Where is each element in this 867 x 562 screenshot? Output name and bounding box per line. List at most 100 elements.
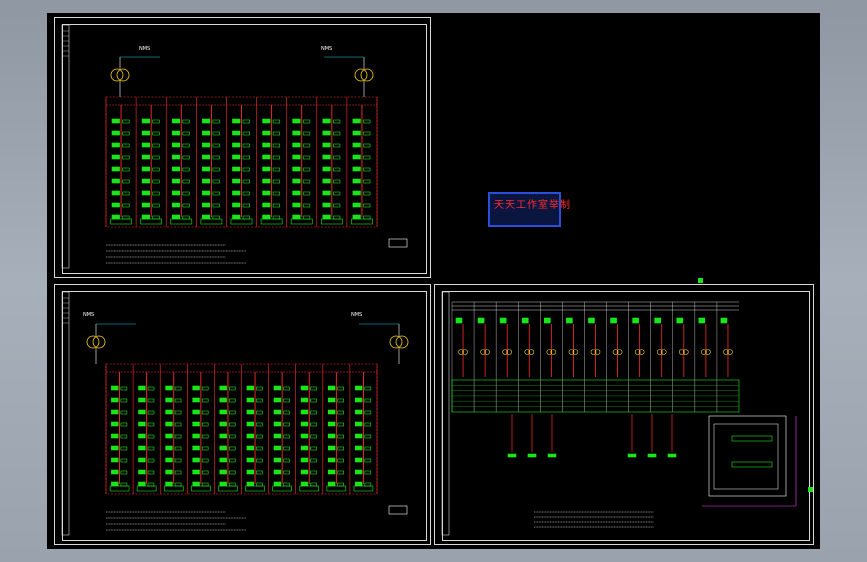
feeder-terminal — [110, 218, 132, 225]
breaker — [111, 433, 119, 439]
breaker — [219, 397, 227, 403]
device-label — [455, 317, 463, 324]
breaker — [138, 457, 146, 463]
feeder-terminal — [170, 218, 193, 225]
breaker — [192, 409, 200, 415]
feeder-terminal — [191, 485, 211, 492]
breaker — [262, 118, 271, 124]
device — [242, 191, 250, 196]
breaker — [322, 142, 331, 148]
device — [229, 470, 236, 475]
breaker — [292, 178, 301, 184]
grip-marker[interactable] — [808, 487, 813, 492]
device — [272, 191, 281, 196]
breaker — [292, 154, 301, 160]
breaker — [327, 469, 336, 475]
breaker — [111, 397, 119, 403]
breaker — [141, 166, 150, 172]
device — [147, 458, 155, 463]
feeder-terminal — [136, 485, 157, 492]
device — [333, 191, 341, 196]
device — [242, 119, 250, 124]
device — [182, 191, 190, 196]
breaker — [352, 190, 361, 196]
device — [182, 203, 190, 208]
breaker — [232, 166, 241, 172]
feeder-terminal — [299, 485, 320, 492]
device — [363, 131, 371, 136]
breaker — [352, 118, 361, 124]
device — [272, 131, 281, 136]
breaker — [219, 433, 227, 439]
device — [147, 398, 155, 403]
breaker — [292, 130, 301, 136]
device — [120, 422, 128, 427]
breaker — [232, 190, 241, 196]
breaker — [352, 130, 361, 136]
device — [120, 470, 128, 475]
breaker — [232, 118, 241, 124]
device — [242, 203, 250, 208]
grip-marker[interactable] — [698, 278, 703, 283]
device — [256, 398, 263, 403]
device — [122, 155, 130, 160]
device-label — [477, 317, 485, 324]
breaker — [138, 481, 146, 487]
device — [283, 398, 290, 403]
breaker — [292, 214, 301, 220]
breaker — [111, 481, 119, 487]
device — [182, 179, 190, 184]
device — [122, 167, 130, 172]
device — [229, 398, 236, 403]
breaker — [262, 202, 271, 208]
breaker — [202, 214, 211, 220]
device — [333, 119, 341, 124]
breaker — [165, 421, 173, 427]
device — [201, 410, 209, 415]
device — [364, 386, 372, 391]
device — [302, 143, 311, 148]
device — [283, 434, 290, 439]
device — [272, 203, 281, 208]
breaker — [219, 469, 227, 475]
feeder-terminal — [272, 485, 292, 492]
device — [302, 203, 311, 208]
device — [363, 203, 371, 208]
device — [283, 422, 290, 427]
breaker — [202, 130, 211, 136]
device — [310, 410, 317, 415]
breaker — [327, 397, 336, 403]
cabinet-row — [731, 461, 773, 468]
breaker — [322, 190, 331, 196]
cable-label — [507, 453, 517, 458]
device — [364, 434, 372, 439]
device — [174, 398, 182, 403]
device — [152, 203, 160, 208]
breaker — [273, 469, 282, 475]
drawing-canvas[interactable]: NMS NMS NMS NMS 天天工作室举制 — [47, 13, 820, 549]
breaker — [352, 178, 361, 184]
device — [212, 143, 220, 148]
title-strip — [441, 291, 450, 536]
device — [122, 143, 130, 148]
device — [256, 410, 263, 415]
device — [174, 458, 182, 463]
device — [242, 179, 250, 184]
breaker — [355, 457, 363, 463]
feeder-terminal — [320, 218, 343, 225]
device — [256, 386, 263, 391]
device — [212, 155, 220, 160]
feeder-terminal — [245, 485, 265, 492]
breaker — [111, 457, 119, 463]
cable-label — [667, 453, 677, 458]
breaker — [246, 481, 254, 487]
room-plan-inner — [713, 423, 779, 490]
feeder-terminal — [326, 485, 347, 492]
device — [242, 215, 250, 220]
breaker — [232, 202, 241, 208]
breaker — [327, 409, 336, 415]
device — [363, 215, 371, 220]
breaker — [300, 421, 309, 427]
breaker — [262, 130, 271, 136]
device — [182, 131, 190, 136]
